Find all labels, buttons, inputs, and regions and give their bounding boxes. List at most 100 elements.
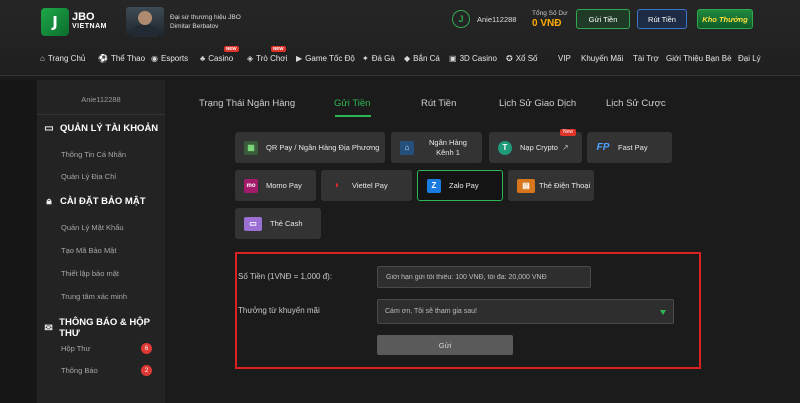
sidebar-item-address[interactable]: Quản Lý Địa Chỉ xyxy=(61,172,116,181)
deposit-form: Số Tiền (1VNĐ = 1,000 đ): Thưởng từ khuy… xyxy=(235,252,701,369)
nav-item-home[interactable]: ⌂ Trang Chủ xyxy=(40,54,85,63)
envelope-icon: ✉ xyxy=(44,322,53,334)
sidebar-item-verification[interactable]: Trung tâm xác minh xyxy=(61,292,127,301)
soccer-ball-icon: ⚽ xyxy=(98,54,108,63)
tab-deposit[interactable]: Gửi Tiền xyxy=(334,98,370,109)
casino-chip-icon: ♣ xyxy=(200,54,206,63)
viettel-icon: ◗ xyxy=(333,180,341,191)
nav-item-cockfight[interactable]: ✦ Đá Gà xyxy=(362,54,395,63)
ambassador-banner[interactable]: Đại sứ thương hiệu JBO Dimitar Berbatov xyxy=(126,7,282,37)
nav-item-casino[interactable]: ♣ Casino NEW xyxy=(200,46,239,63)
speed-icon: ▶ xyxy=(296,54,303,63)
notification-count-badge: 2 xyxy=(141,365,152,376)
controller-icon: ◈ xyxy=(247,54,254,63)
submit-button[interactable]: Gửi xyxy=(377,335,513,355)
sidebar-item-password[interactable]: Quản Lý Mật Khẩu xyxy=(61,223,124,232)
momo-icon: mo xyxy=(244,178,258,193)
nav-item-referral[interactable]: Giới Thiệu Bạn Bè xyxy=(666,54,732,63)
fish-icon: ◆ xyxy=(404,54,411,63)
deposit-button[interactable]: Gửi Tiền xyxy=(576,9,630,29)
divider xyxy=(37,114,165,115)
method-qr-pay[interactable]: ▦ QR Pay / Ngân Hàng Địa Phương xyxy=(235,132,385,163)
balance-value: 0 VNĐ xyxy=(532,18,562,29)
promo-select[interactable]: Cám ơn, Tôi sẽ tham gia sau! xyxy=(377,299,674,324)
nav-item-sponsorship[interactable]: Tài Trợ xyxy=(633,54,659,63)
method-zalo-pay[interactable]: Z Zalo Pay xyxy=(417,170,503,201)
main-nav: ⌂ Trang Chủ ⚽ Thể Thao ◉ Esports ♣ Casin… xyxy=(0,46,800,72)
withdraw-button[interactable]: Rút Tiền xyxy=(637,9,687,29)
tab-bank-status[interactable]: Trạng Thái Ngân Hàng xyxy=(199,98,295,109)
home-icon: ⌂ xyxy=(40,54,45,63)
method-fast-pay[interactable]: FP Fast Pay xyxy=(587,132,672,163)
sidebar-item-security-setup[interactable]: Thiết lập bảo mật xyxy=(61,269,119,278)
cash-card-icon: ▭ xyxy=(244,216,262,231)
tether-icon: T xyxy=(498,140,512,155)
method-crypto[interactable]: T Nạp Crypto ↗ New xyxy=(489,129,582,163)
method-cash-card[interactable]: ▭ Thẻ Cash xyxy=(235,208,321,239)
amount-input[interactable] xyxy=(377,266,591,288)
sidebar-item-notifications[interactable]: Thông Báo xyxy=(61,366,98,375)
method-phone-card[interactable]: ▤ Thẻ Điện Thoại xyxy=(508,170,594,201)
sidebar-username: Anie112288 xyxy=(81,95,121,104)
nav-item-vip[interactable]: VIP xyxy=(558,54,571,63)
new-badge: NEW xyxy=(271,46,286,52)
nav-item-esports[interactable]: ◉ Esports xyxy=(151,54,188,63)
tab-withdraw[interactable]: Rút Tiền xyxy=(421,98,456,109)
method-viettel-pay[interactable]: ◗ Viettel Pay xyxy=(321,170,412,201)
lottery-icon: ✪ xyxy=(506,54,513,63)
promo-selected-value: Cám ơn, Tôi sẽ tham gia sau! xyxy=(385,308,478,315)
sidebar-item-personal-info[interactable]: Thông Tin Cá Nhân xyxy=(61,150,126,159)
bank-icon: ⌂ xyxy=(400,140,414,155)
logo-title: JBO xyxy=(72,11,95,23)
logo-subtitle: VIETNAM xyxy=(72,23,107,30)
id-card-icon: ▭ xyxy=(44,123,54,134)
user-profile[interactable]: J Anie112288 xyxy=(452,8,516,30)
reward-store-button[interactable]: Kho Thưởng xyxy=(697,9,753,29)
logo-mark: J xyxy=(41,8,69,36)
nav-item-fast-games[interactable]: ▶ Game Tốc Độ xyxy=(296,54,355,63)
promo-label: Thưởng từ khuyến mãi xyxy=(238,306,320,315)
nav-item-agent[interactable]: Đại Lý xyxy=(738,54,761,63)
external-link-icon: ↗ xyxy=(561,143,569,152)
section-account-management: ▭ QUẢN LÝ TÀI KHOẢN xyxy=(44,123,159,134)
header-username: Anie112288 xyxy=(477,14,517,24)
nav-item-lottery[interactable]: ✪ Xổ Số xyxy=(506,54,538,63)
nav-item-promotions[interactable]: Khuyến Mãi xyxy=(581,54,623,63)
chevron-down-icon xyxy=(660,310,666,315)
new-badge: New xyxy=(559,129,576,136)
method-bank-channel-1[interactable]: ⌂ Ngân Hàng Kênh 1 xyxy=(391,132,482,163)
rooster-icon: ✦ xyxy=(362,54,369,63)
account-sidebar: Anie112288 ▭ QUẢN LÝ TÀI KHOẢN Thông Tin… xyxy=(37,80,165,403)
tab-transaction-history[interactable]: Lịch Sử Giao Dịch xyxy=(499,98,576,109)
wallet-main-panel: Trạng Thái Ngân Hàng Gửi Tiền Rút Tiền L… xyxy=(168,80,800,403)
sidebar-item-security-code[interactable]: Tạo Mã Bảo Mật xyxy=(61,246,116,255)
balance-display: Tổng Số Dư 0 VNĐ xyxy=(532,9,567,29)
jbo-logo[interactable]: J JBO VIETNAM xyxy=(41,6,111,38)
nav-item-games[interactable]: ◈ Trò Chơi NEW xyxy=(247,46,287,63)
new-badge: NEW xyxy=(224,46,239,52)
ambassador-photo xyxy=(126,7,164,37)
section-security-settings: 🔒︎ CÀI ĐẶT BẢO MẬT xyxy=(43,196,145,207)
zalo-icon: Z xyxy=(427,178,441,193)
sidebar-item-inbox[interactable]: Hộp Thư xyxy=(61,344,90,353)
inbox-count-badge: 6 xyxy=(141,343,152,354)
avatar: J xyxy=(452,10,470,28)
left-gutter xyxy=(0,80,37,403)
fastpay-icon: FP xyxy=(596,142,610,153)
lock-icon: 🔒︎ xyxy=(46,196,52,207)
qr-code-icon: ▦ xyxy=(244,140,258,155)
method-momo-pay[interactable]: mo Momo Pay xyxy=(235,170,316,201)
nav-item-3d-casino[interactable]: ▣ 3D Casino xyxy=(449,54,497,63)
section-notifications: ✉ THÔNG BÁO & HỘP THƯ xyxy=(44,317,150,339)
top-header: J JBO VIETNAM Đại sứ thương hiệu JBO Dim… xyxy=(0,0,800,76)
tab-bet-history[interactable]: Lịch Sử Cược xyxy=(606,98,666,109)
nav-item-sports[interactable]: ⚽ Thể Thao xyxy=(98,54,145,63)
ambassador-name: Dimitar Berbatov xyxy=(170,23,219,30)
active-tab-indicator xyxy=(335,115,371,117)
gamepad-icon: ◉ xyxy=(151,54,158,63)
phone-card-icon: ▤ xyxy=(517,178,535,193)
ambassador-title: Đại sứ thương hiệu JBO xyxy=(170,14,241,21)
cards-3d-icon: ▣ xyxy=(449,54,457,63)
nav-item-fishing[interactable]: ◆ Bắn Cá xyxy=(404,54,440,63)
amount-label: Số Tiền (1VNĐ = 1,000 đ): xyxy=(238,272,333,281)
